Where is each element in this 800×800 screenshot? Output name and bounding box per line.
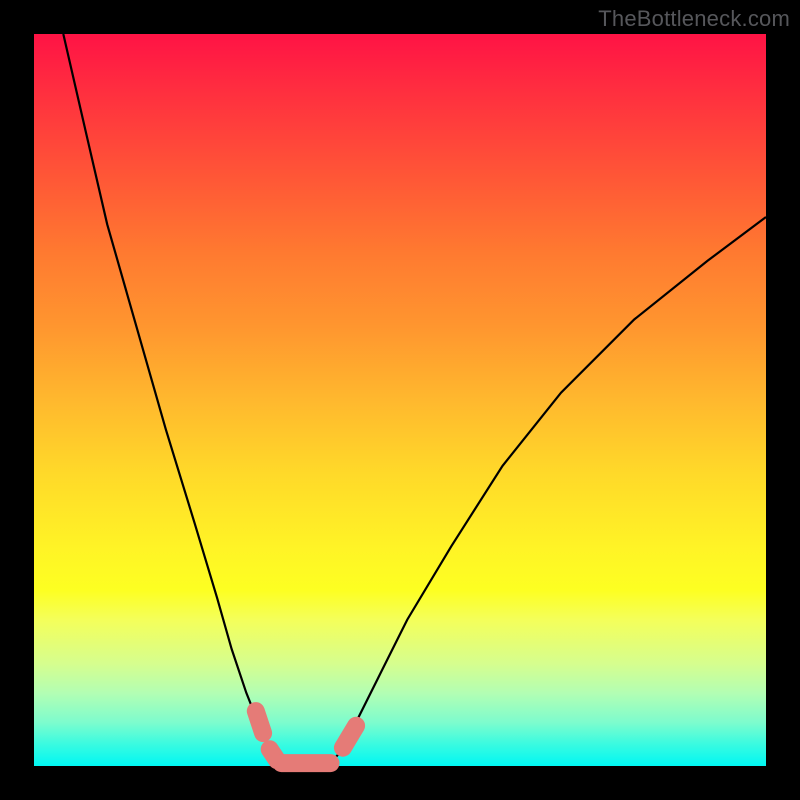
chart-frame: TheBottleneck.com xyxy=(0,0,800,800)
marker-beads-group xyxy=(256,711,356,763)
bead-right xyxy=(343,726,356,748)
curve-left-branch xyxy=(63,34,281,762)
curve-right-branch xyxy=(331,217,767,762)
watermark-text: TheBottleneck.com xyxy=(598,6,790,32)
chart-svg xyxy=(34,34,766,766)
chart-plot-area xyxy=(34,34,766,766)
bead-left-upper xyxy=(256,711,263,733)
